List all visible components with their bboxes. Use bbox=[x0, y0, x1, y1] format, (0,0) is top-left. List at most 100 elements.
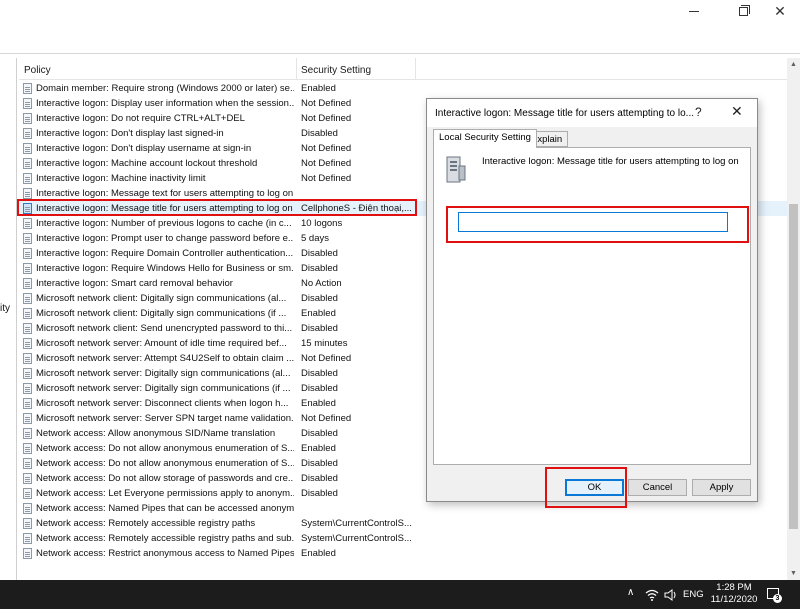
column-divider[interactable] bbox=[415, 58, 416, 80]
policy-name: Network access: Do not allow anonymous e… bbox=[36, 458, 294, 469]
notification-count-badge: 3 bbox=[773, 594, 782, 603]
policy-icon bbox=[23, 113, 32, 124]
security-setting-value: Disabled bbox=[301, 368, 338, 379]
window-titlebar: ✕ bbox=[0, 0, 800, 22]
policy-name: Interactive logon: Number of previous lo… bbox=[36, 218, 292, 229]
policy-name: Interactive logon: Message text for user… bbox=[36, 188, 294, 199]
security-setting-value: Disabled bbox=[301, 293, 338, 304]
policy-name: Microsoft network client: Digitally sign… bbox=[36, 293, 287, 304]
policy-name: Interactive logon: Prompt user to change… bbox=[36, 233, 294, 244]
policy-name: Interactive logon: Machine account locko… bbox=[36, 158, 258, 169]
policy-icon bbox=[23, 218, 32, 229]
policy-icon bbox=[23, 503, 32, 514]
policy-icon bbox=[23, 293, 32, 304]
table-row[interactable]: Network access: Restrict anonymous acces… bbox=[19, 546, 787, 561]
policy-name: Microsoft network client: Digitally sign… bbox=[36, 308, 287, 319]
policy-icon bbox=[23, 158, 32, 169]
close-icon: ✕ bbox=[774, 2, 786, 19]
message-title-input[interactable] bbox=[458, 212, 728, 232]
security-setting-value: Enabled bbox=[301, 398, 336, 409]
policy-icon bbox=[23, 428, 32, 439]
policy-name: Microsoft network server: Attempt S4U2Se… bbox=[36, 353, 294, 364]
security-setting-value: Not Defined bbox=[301, 143, 352, 154]
toolbar-divider bbox=[0, 53, 800, 54]
tab-panel: Interactive logon: Message title for use… bbox=[433, 147, 751, 465]
help-icon[interactable]: ? bbox=[695, 105, 702, 119]
table-row[interactable]: Domain member: Require strong (Windows 2… bbox=[19, 81, 787, 96]
dialog-titlebar: Interactive logon: Message title for use… bbox=[427, 99, 757, 127]
policy-icon bbox=[23, 173, 32, 184]
policy-icon bbox=[23, 353, 32, 364]
highlight-box-ok bbox=[545, 467, 627, 508]
list-header: Policy Security Setting bbox=[19, 58, 787, 80]
policy-icon bbox=[23, 308, 32, 319]
security-setting-value: Disabled bbox=[301, 128, 338, 139]
policy-icon bbox=[23, 338, 32, 349]
tree-pane[interactable]: ity bbox=[0, 58, 17, 580]
scroll-down-icon[interactable]: ▼ bbox=[787, 567, 800, 580]
policy-properties-dialog: Interactive logon: Message title for use… bbox=[426, 98, 758, 502]
column-header-security-setting[interactable]: Security Setting bbox=[301, 65, 371, 76]
table-row[interactable]: Network access: Named Pipes that can be … bbox=[19, 501, 787, 516]
policy-name: Interactive logon: Require Windows Hello… bbox=[36, 263, 294, 274]
security-setting-value: 15 minutes bbox=[301, 338, 348, 349]
show-hidden-icons-chevron-icon[interactable]: ∧ bbox=[627, 587, 634, 598]
policy-name: Domain member: Require strong (Windows 2… bbox=[36, 83, 294, 94]
security-setting-value: Disabled bbox=[301, 473, 338, 484]
security-setting-value: Enabled bbox=[301, 443, 336, 454]
policy-icon bbox=[23, 233, 32, 244]
tab-local-security-setting[interactable]: Local Security Setting bbox=[433, 129, 537, 148]
security-setting-value: Disabled bbox=[301, 323, 338, 334]
policy-icon bbox=[23, 443, 32, 454]
policy-name: Microsoft network server: Digitally sign… bbox=[36, 368, 291, 379]
column-header-policy[interactable]: Policy bbox=[24, 65, 51, 76]
policy-icon bbox=[23, 533, 32, 544]
policy-name: Microsoft network server: Digitally sign… bbox=[36, 383, 291, 394]
apply-button[interactable]: Apply bbox=[692, 479, 751, 496]
policy-name: Interactive logon: Display user informat… bbox=[36, 98, 294, 109]
security-setting-value: Enabled bbox=[301, 308, 336, 319]
table-row[interactable]: Network access: Remotely accessible regi… bbox=[19, 516, 787, 531]
wifi-icon[interactable] bbox=[645, 589, 659, 601]
table-row[interactable]: Network access: Remotely accessible regi… bbox=[19, 531, 787, 546]
dialog-close-icon[interactable]: ✕ bbox=[731, 103, 743, 120]
cancel-button[interactable]: Cancel bbox=[628, 479, 687, 496]
security-setting-value: Disabled bbox=[301, 488, 338, 499]
security-setting-value: Not Defined bbox=[301, 98, 352, 109]
tree-item-fragment[interactable]: ity bbox=[0, 303, 10, 314]
scroll-up-icon[interactable]: ▲ bbox=[787, 58, 800, 71]
vertical-scrollbar[interactable]: ▲ ▼ bbox=[787, 58, 800, 580]
policy-icon bbox=[23, 128, 32, 139]
policy-icon bbox=[23, 98, 32, 109]
minimize-button[interactable] bbox=[671, 0, 717, 22]
scrollbar-thumb[interactable] bbox=[789, 204, 798, 529]
policy-icon bbox=[23, 278, 32, 289]
policy-icon bbox=[23, 398, 32, 409]
policy-icon bbox=[23, 473, 32, 484]
policy-icon bbox=[23, 188, 32, 199]
policy-name: Interactive logon: Don't display usernam… bbox=[36, 143, 252, 154]
security-setting-value: Not Defined bbox=[301, 173, 352, 184]
security-setting-value: Disabled bbox=[301, 383, 338, 394]
security-setting-value: Disabled bbox=[301, 248, 338, 259]
volume-icon[interactable] bbox=[664, 589, 678, 601]
policy-name: Interactive logon: Require Domain Contro… bbox=[36, 248, 294, 259]
security-setting-value: Enabled bbox=[301, 83, 336, 94]
input-language-indicator[interactable]: ENG bbox=[683, 589, 704, 600]
policy-icon bbox=[23, 323, 32, 334]
policy-name: Microsoft network server: Disconnect cli… bbox=[36, 398, 289, 409]
column-divider[interactable] bbox=[296, 58, 297, 80]
policy-name: Microsoft network client: Send unencrypt… bbox=[36, 323, 293, 334]
clock[interactable]: 1:28 PM 11/12/2020 bbox=[709, 582, 759, 606]
security-setting-value: System\CurrentControlS... bbox=[301, 533, 412, 544]
policy-name: Microsoft network server: Amount of idle… bbox=[36, 338, 287, 349]
security-setting-value: Not Defined bbox=[301, 353, 352, 364]
policy-icon bbox=[23, 518, 32, 529]
policy-icon bbox=[23, 383, 32, 394]
policy-icon bbox=[23, 248, 32, 259]
close-button[interactable]: ✕ bbox=[757, 0, 800, 22]
policy-name: Interactive logon: Don't display last si… bbox=[36, 128, 224, 139]
clock-time: 1:28 PM bbox=[716, 582, 752, 593]
security-setting-value: Not Defined bbox=[301, 113, 352, 124]
taskbar: ∧ ENG 1:28 PM 11/12/2020 3 bbox=[0, 580, 800, 609]
